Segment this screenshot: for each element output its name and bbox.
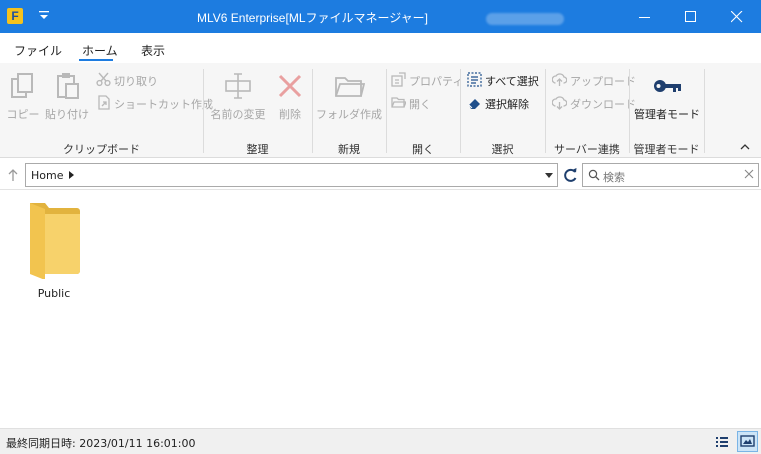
collapse-ribbon-icon[interactable] [740,143,750,151]
search-placeholder: 検索 [603,171,625,184]
group-label-server: サーバー連携 [554,143,620,156]
address-bar[interactable]: Home [25,163,558,187]
group-label-open: 開く [412,143,434,156]
large-icons-view-icon [740,435,755,447]
delete-button[interactable]: 削除 [274,71,306,122]
search-box[interactable]: 検索 [582,163,759,187]
chevron-down-icon[interactable] [545,173,553,178]
minimize-icon [639,17,650,18]
close-icon [731,11,743,23]
user-name-blurred [485,12,564,25]
folder-item[interactable]: Public [18,201,90,300]
copy-button[interactable]: コピー [6,71,40,122]
up-arrow-icon[interactable] [4,166,22,184]
key-icon [654,80,681,92]
title-bar: F MLV6 Enterprise[MLファイルマネージャー] [0,0,761,33]
maximize-icon [685,11,696,22]
eraser-icon [468,99,480,109]
status-bar: 最終同期日時: 2023/01/11 16:01:00 [0,428,761,454]
search-icon [588,169,600,181]
upload-icon [552,73,567,86]
group-label-clipboard: クリップボード [63,143,140,156]
folder-name: Public [37,287,71,300]
copy-icon [11,73,33,98]
scissors-icon [96,72,111,87]
ribbon: コピー 貼り付け 切り取り ショートカット作成 クリップボード 名前の変更 削除… [0,63,761,158]
breadcrumb-home[interactable]: Home [31,169,63,182]
selected-tab-indicator [79,59,113,61]
file-list[interactable]: Public [0,191,761,428]
address-bar-row: Home 検索 [0,160,761,190]
group-divider [704,69,705,153]
tab-home[interactable]: ホーム [82,42,118,59]
folder-icon [30,203,80,279]
large-icons-view-button[interactable] [737,431,758,452]
open-folder-icon [391,97,406,108]
folder-icon [335,77,365,97]
group-label-new: 新規 [338,143,360,156]
paste-button[interactable]: 貼り付け [44,71,90,122]
admin-mode-button[interactable]: 管理者モード [634,71,700,122]
shortcut-icon [98,95,110,110]
maximize-button[interactable] [668,0,714,33]
paste-icon [57,73,79,99]
properties-icon [391,72,406,87]
delete-x-icon [278,74,302,98]
minimize-button[interactable] [622,0,668,33]
tab-view[interactable]: 表示 [141,42,165,59]
chevron-right-icon[interactable] [69,171,74,179]
last-sync-text: 最終同期日時: 2023/01/11 16:01:00 [6,437,196,450]
new-folder-button[interactable]: フォルダ作成 [316,71,382,122]
select-all-icon [467,72,482,87]
download-icon [552,96,567,110]
details-view-icon[interactable] [712,432,732,452]
rename-button[interactable]: 名前の変更 [208,71,268,122]
clear-search-icon[interactable] [744,169,754,179]
close-button[interactable] [714,0,760,33]
tab-file[interactable]: ファイル [14,42,62,59]
group-label-select: 選択 [491,143,514,156]
group-label-admin: 管理者モード [633,143,700,156]
group-label-organize: 整理 [246,143,269,156]
ribbon-tabs: ファイル ホーム 表示 [0,33,761,63]
refresh-icon[interactable] [560,164,580,186]
rename-icon [225,73,251,99]
